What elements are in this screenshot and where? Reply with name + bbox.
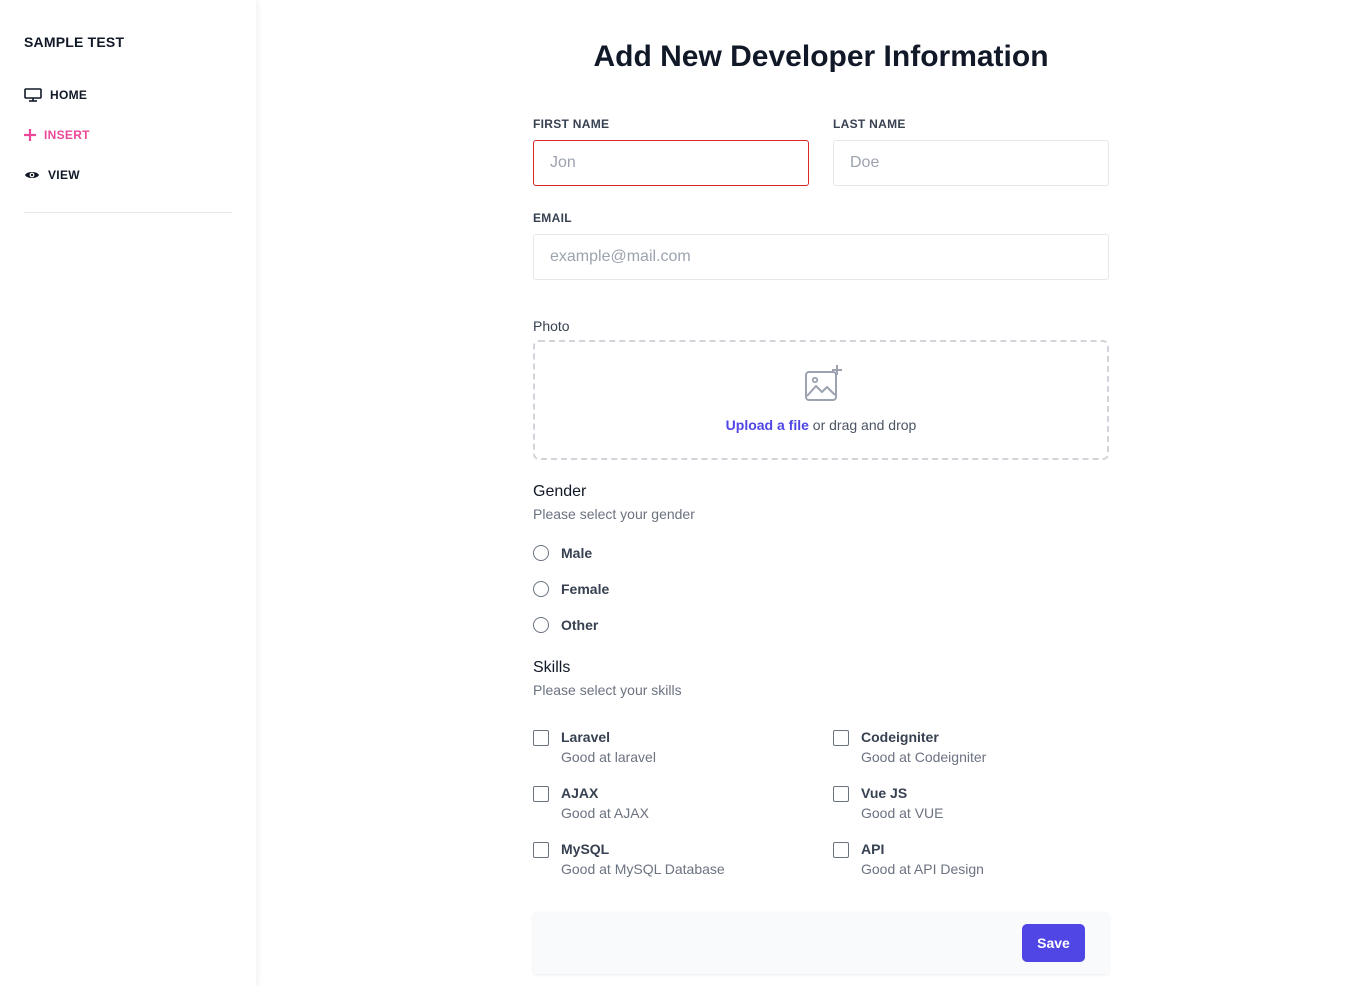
checkbox[interactable] xyxy=(833,730,849,746)
radio-label: Male xyxy=(561,545,593,561)
checkbox[interactable] xyxy=(833,786,849,802)
sidebar-item-label: HOME xyxy=(50,88,88,102)
skill-name: Codeigniter xyxy=(861,729,939,745)
upload-hint: or drag and drop xyxy=(808,417,917,433)
skill-description: Good at AJAX xyxy=(561,805,649,821)
gender-subtitle: Please select your gender xyxy=(533,506,695,522)
sidebar-item-label: INSERT xyxy=(44,128,90,142)
eye-icon xyxy=(24,169,40,181)
skill-name: Vue JS xyxy=(861,785,908,801)
sidebar-divider xyxy=(24,212,232,213)
email-label: EMAIL xyxy=(533,211,572,225)
radio-button[interactable] xyxy=(533,617,549,633)
upload-file-link[interactable]: Upload a file xyxy=(726,417,809,433)
checkbox[interactable] xyxy=(533,786,549,802)
skills-title: Skills xyxy=(533,659,571,676)
first-name-label: FIRST NAME xyxy=(533,117,610,131)
gender-title: Gender xyxy=(533,483,587,500)
sidebar-item-home[interactable]: HOME xyxy=(24,88,87,102)
last-name-label: LAST NAME xyxy=(833,117,906,131)
image-plus-icon xyxy=(803,364,843,409)
form-footer: Save xyxy=(533,912,1109,974)
plus-icon xyxy=(24,129,36,141)
skill-name: Laravel xyxy=(561,729,611,745)
sidebar: SAMPLE TEST HOME INSERT VIEW xyxy=(0,0,256,986)
radio-button[interactable] xyxy=(533,581,549,597)
radio-label: Other xyxy=(561,617,599,633)
last-name-input[interactable] xyxy=(833,140,1109,186)
save-button[interactable]: Save xyxy=(1022,924,1085,962)
monitor-icon xyxy=(24,88,42,102)
radio-label: Female xyxy=(561,581,610,597)
sidebar-item-label: VIEW xyxy=(48,168,80,182)
radio-button[interactable] xyxy=(533,545,549,561)
sidebar-item-view[interactable]: VIEW xyxy=(24,168,80,182)
skill-description: Good at VUE xyxy=(861,805,944,821)
skill-description: Good at laravel xyxy=(561,749,656,765)
skill-description: Good at MySQL Database xyxy=(561,861,725,877)
gender-option-male[interactable]: Male xyxy=(533,545,592,561)
skill-name: AJAX xyxy=(561,785,599,801)
skill-name: MySQL xyxy=(561,841,610,857)
skill-description: Good at Codeigniter xyxy=(861,749,987,765)
brand-title: SAMPLE TEST xyxy=(24,34,125,50)
skills-subtitle: Please select your skills xyxy=(533,682,682,698)
photo-dropzone[interactable]: Upload a file or drag and drop xyxy=(533,340,1109,460)
email-input[interactable] xyxy=(533,234,1109,280)
checkbox[interactable] xyxy=(833,842,849,858)
sidebar-item-insert[interactable]: INSERT xyxy=(24,128,90,142)
skill-name: API xyxy=(861,841,885,857)
page-title: Add New Developer Information xyxy=(593,40,1049,73)
photo-label: Photo xyxy=(533,318,570,334)
checkbox[interactable] xyxy=(533,730,549,746)
first-name-input[interactable] xyxy=(533,140,809,186)
upload-text: Upload a file or drag and drop xyxy=(535,417,1107,433)
gender-option-female[interactable]: Female xyxy=(533,581,609,597)
skill-description: Good at API Design xyxy=(861,861,984,877)
checkbox[interactable] xyxy=(533,842,549,858)
gender-option-other[interactable]: Other xyxy=(533,617,598,633)
